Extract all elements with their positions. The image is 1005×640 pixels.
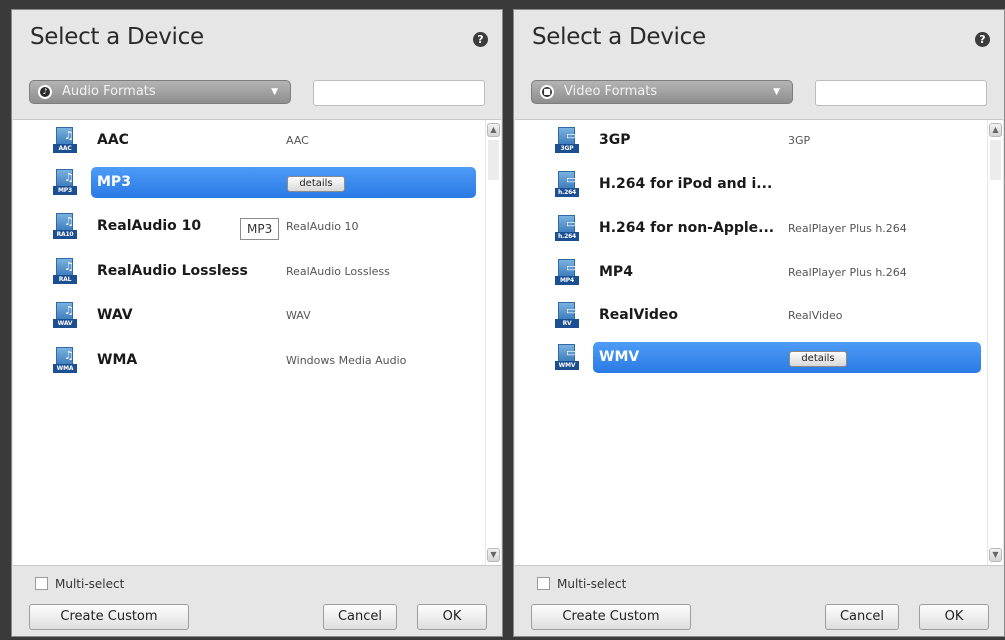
audio-file-icon: ♫ RAL (53, 258, 77, 285)
dialog-title: Select a Device (532, 24, 706, 50)
device-list[interactable]: ▭ 3GP 3GP 3GP ▭ h.264 H.264 for iPod and i… (515, 119, 1003, 566)
device-description: 3GP (788, 134, 811, 147)
checkbox-icon[interactable] (35, 577, 48, 590)
multiselect-checkbox[interactable]: Multi-select (537, 576, 626, 592)
scrollbar[interactable]: ▲ ▼ (485, 120, 501, 565)
list-item-selected[interactable]: ▭ WMV WMV details (515, 339, 985, 379)
dialog-title: Select a Device (30, 24, 204, 50)
chevron-down-icon: ▼ (773, 87, 780, 97)
cancel-button[interactable]: Cancel (825, 604, 899, 630)
device-name: RealVideo (599, 307, 679, 323)
video-file-icon: ▭ 3GP (555, 127, 579, 154)
list-item-selected[interactable]: ♫ MP3 MP3 details (13, 164, 483, 204)
audio-file-icon: ♫ WAV (53, 302, 77, 329)
device-name: H.264 for iPod and i... (599, 176, 773, 192)
audio-file-icon: ♫ MP3 (53, 169, 77, 196)
selection-highlight (593, 342, 981, 373)
video-file-icon: ▭ RV (555, 302, 579, 329)
video-icon: ■ (540, 85, 554, 99)
device-name: AAC (97, 132, 129, 148)
device-description: RealAudio 10 (286, 220, 359, 233)
search-input[interactable] (313, 80, 485, 106)
audio-file-icon: ♫ AAC (53, 127, 77, 154)
video-file-icon: ▭ h.264 (555, 215, 579, 242)
search-input[interactable] (815, 80, 987, 106)
chevron-down-icon: ▼ (271, 87, 278, 97)
device-description: RealVideo (788, 309, 843, 322)
scroll-thumb[interactable] (488, 140, 499, 180)
device-name: MP4 (599, 264, 633, 280)
list-item[interactable]: ♫ RAL RealAudio Lossless RealAudio Lossle… (13, 253, 483, 293)
device-name: WMA (97, 352, 138, 368)
device-name: H.264 for non-Apple... (599, 220, 775, 236)
scroll-up-icon[interactable]: ▲ (989, 123, 1002, 137)
scroll-down-icon[interactable]: ▼ (989, 548, 1002, 562)
list-item[interactable]: ▭ MP4 MP4 RealPlayer Plus h.264 (515, 254, 985, 294)
cancel-button[interactable]: Cancel (323, 604, 397, 630)
list-item[interactable]: ▭ 3GP 3GP 3GP (515, 122, 985, 162)
checkbox-icon[interactable] (537, 577, 550, 590)
list-item[interactable]: ♫ WAV WAV WAV (13, 297, 483, 337)
create-custom-button[interactable]: Create Custom (29, 604, 189, 630)
device-description: RealPlayer Plus h.264 (788, 222, 907, 235)
help-icon[interactable]: ? (975, 32, 990, 47)
format-dropdown[interactable]: ■ Video Formats ▼ (531, 80, 793, 104)
video-file-icon: ▭ h.264 (555, 171, 579, 198)
list-item[interactable]: ♫ AAC AAC AAC (13, 122, 483, 162)
video-file-icon: ▭ MP4 (555, 259, 579, 286)
create-custom-button[interactable]: Create Custom (531, 604, 691, 630)
details-button[interactable]: details (287, 176, 345, 192)
device-name: RealAudio 10 (97, 218, 202, 234)
details-button[interactable]: details (789, 351, 847, 367)
video-file-icon: ▭ WMV (555, 344, 579, 371)
scroll-thumb[interactable] (990, 140, 1001, 180)
device-description: WAV (286, 309, 311, 322)
list-item[interactable]: ▭ RV RealVideo RealVideo (515, 297, 985, 337)
device-description: AAC (286, 134, 309, 147)
device-description: Windows Media Audio (286, 354, 407, 367)
device-description: RealPlayer Plus h.264 (788, 266, 907, 279)
device-name: RealAudio Lossless (97, 263, 248, 279)
scrollbar[interactable]: ▲ ▼ (987, 120, 1003, 565)
ok-button[interactable]: OK (919, 604, 989, 630)
device-name: MP3 (97, 174, 131, 190)
scroll-down-icon[interactable]: ▼ (487, 548, 500, 562)
ok-button[interactable]: OK (417, 604, 487, 630)
list-item[interactable]: ♫ WMA WMA Windows Media Audio (13, 342, 483, 382)
format-dropdown-value: Audio Formats (62, 84, 156, 99)
multiselect-label: Multi-select (55, 577, 125, 591)
device-name: 3GP (599, 132, 631, 148)
list-item[interactable]: ▭ h.264 H.264 for iPod and i... (515, 166, 985, 206)
multiselect-checkbox[interactable]: Multi-select (35, 576, 124, 592)
multiselect-label: Multi-select (557, 577, 627, 591)
format-dropdown[interactable]: ♪ Audio Formats ▼ (29, 80, 291, 104)
device-name: WMV (599, 349, 640, 365)
tooltip: MP3 (240, 218, 280, 240)
audio-icon: ♪ (38, 85, 52, 99)
audio-file-icon: ♫ WMA (53, 347, 77, 374)
format-dropdown-value: Video Formats (564, 84, 658, 99)
device-description: RealAudio Lossless (286, 265, 390, 278)
select-device-dialog-audio: Select a Device ? ♪ Audio Formats ▼ ♫ AAC… (11, 9, 503, 637)
list-item[interactable]: ▭ h.264 H.264 for non-Apple... RealPlayer… (515, 210, 985, 250)
selection-highlight (91, 167, 476, 198)
device-list[interactable]: ♫ AAC AAC AAC ♫ MP3 MP3 details ♫ RA10 Real… (13, 119, 501, 566)
select-device-dialog-video: Select a Device ? ■ Video Formats ▼ ▭ 3GP… (513, 9, 1005, 637)
audio-file-icon: ♫ RA10 (53, 213, 77, 240)
device-name: WAV (97, 307, 133, 323)
help-icon[interactable]: ? (473, 32, 488, 47)
scroll-up-icon[interactable]: ▲ (487, 123, 500, 137)
